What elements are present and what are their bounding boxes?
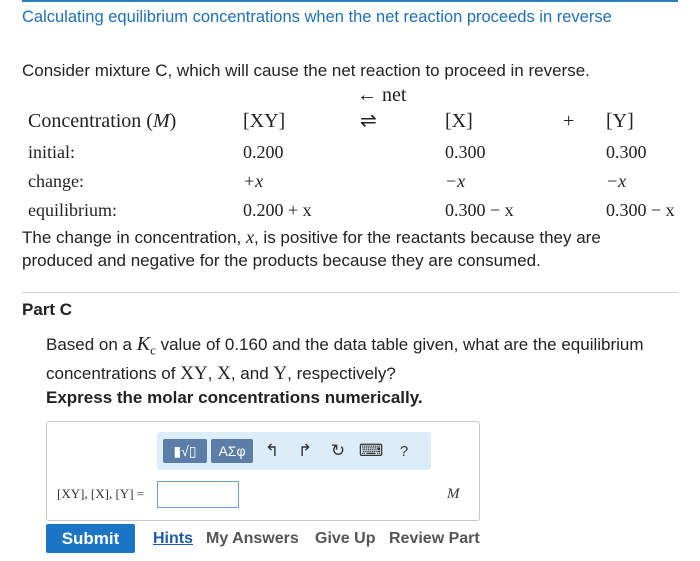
row-label-change: change: bbox=[28, 171, 84, 191]
species-xy: [XY] bbox=[243, 110, 286, 132]
intro-text: Consider mixture C, which will cause the… bbox=[22, 61, 590, 80]
page-title: Calculating equilibrium concentrations w… bbox=[22, 8, 612, 26]
question-text: Based on a Kc value of 0.160 and the dat… bbox=[46, 333, 644, 385]
table-header-label: Concentration (M) bbox=[28, 110, 177, 132]
species-y: [Y] bbox=[606, 110, 634, 132]
templates-button[interactable]: ▮√▯ bbox=[163, 439, 207, 463]
greek-symbols-button[interactable]: ΑΣφ bbox=[211, 439, 253, 463]
equilibrium-xy: 0.200 + x bbox=[243, 200, 312, 220]
help-icon[interactable]: ? bbox=[393, 439, 415, 463]
part-title: Part C bbox=[22, 300, 73, 319]
equilibrium-x: 0.300 − x bbox=[445, 200, 514, 220]
answer-box: ▮√▯ ΑΣφ ↰ ↱ ↻ ⌨ ? [XY], [X], [Y] = M bbox=[46, 421, 480, 521]
reaction-direction-label: ← net bbox=[357, 84, 407, 106]
redo-icon[interactable]: ↱ bbox=[294, 439, 316, 463]
equilibrium-arrow: ⇌ bbox=[360, 110, 377, 132]
initial-xy: 0.200 bbox=[243, 142, 284, 162]
review-part-link[interactable]: Review Part bbox=[389, 530, 480, 548]
give-up-link[interactable]: Give Up bbox=[315, 530, 375, 548]
my-answers-link[interactable]: My Answers bbox=[206, 530, 299, 548]
answer-input[interactable] bbox=[157, 481, 239, 508]
change-xy: +x bbox=[243, 171, 264, 191]
submit-button[interactable]: Submit bbox=[46, 524, 135, 553]
equilibrium-y: 0.300 − x bbox=[606, 200, 675, 220]
hints-link[interactable]: Hints bbox=[153, 530, 193, 548]
initial-y: 0.300 bbox=[606, 142, 647, 162]
explanation-text: The change in concentration, x, is posit… bbox=[22, 227, 601, 270]
row-label-initial: initial: bbox=[28, 142, 75, 162]
instruction-text: Express the molar concentrations numeric… bbox=[46, 388, 423, 407]
change-y: −x bbox=[606, 171, 627, 191]
keyboard-icon[interactable]: ⌨ bbox=[359, 439, 384, 463]
section-divider bbox=[22, 292, 678, 293]
initial-x: 0.300 bbox=[445, 142, 486, 162]
plus-sign: + bbox=[563, 110, 575, 132]
math-toolbar: ▮√▯ ΑΣφ ↰ ↱ ↻ ⌨ ? bbox=[157, 432, 431, 470]
undo-icon[interactable]: ↰ bbox=[261, 439, 283, 463]
species-x: [X] bbox=[445, 110, 473, 132]
change-x: −x bbox=[445, 171, 466, 191]
answer-unit: M bbox=[447, 486, 460, 502]
answer-label: [XY], [X], [Y] = bbox=[57, 486, 145, 501]
row-label-equilibrium: equilibrium: bbox=[28, 200, 117, 220]
reset-icon[interactable]: ↻ bbox=[327, 439, 349, 463]
top-rule bbox=[22, 0, 678, 2]
